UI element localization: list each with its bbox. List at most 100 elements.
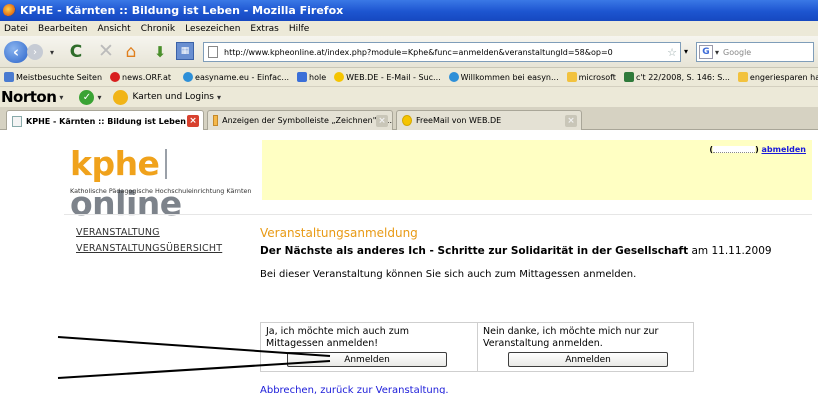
home-icon: ⌂ bbox=[125, 42, 137, 62]
search-box[interactable]: G ▾ Google bbox=[696, 42, 814, 62]
bookmark-item[interactable]: easyname.eu - Einfac... bbox=[179, 72, 293, 82]
option-with-lunch-text: Ja, ich möchte mich auch zum Mittagessen… bbox=[266, 326, 409, 349]
menu-item-bearbeiten[interactable]: Bearbeiten bbox=[34, 24, 93, 34]
norton-menu-chevron-down-icon[interactable]: ▾ bbox=[59, 93, 63, 102]
bookmark-item[interactable]: WEB.DE - E-Mail - Suc... bbox=[330, 72, 445, 82]
window-title: KPHE - Kärnten :: Bildung ist Leben - Mo… bbox=[20, 4, 344, 17]
norton-logo[interactable]: Norton bbox=[0, 88, 57, 106]
navigation-toolbar: ‹ › ▾ C ✕ ⌂ ⬇ ▦ http://www.kpheonline.at… bbox=[0, 36, 818, 68]
ct-icon bbox=[623, 72, 634, 82]
event-heading: Der Nächste als anderes Ich - Schritte z… bbox=[260, 245, 800, 258]
cancel-link[interactable]: Abbrechen, zurück zur Veranstaltung. bbox=[260, 385, 449, 394]
address-url: http://www.kpheonline.at/index.php?modul… bbox=[224, 47, 613, 57]
forward-button[interactable]: › bbox=[27, 44, 43, 60]
stop-button[interactable]: ✕ bbox=[96, 40, 116, 62]
folder-icon bbox=[737, 72, 748, 82]
bookmark-folder[interactable]: engeriesparen hausis... bbox=[734, 72, 818, 82]
norton-status-chevron-down-icon[interactable]: ▾ bbox=[97, 93, 101, 102]
google-icon[interactable]: G bbox=[699, 45, 713, 59]
norton-check-icon[interactable]: ✓ bbox=[79, 89, 95, 105]
download-icon: ⬇ bbox=[153, 43, 167, 61]
search-engine-dropdown-icon[interactable]: ▾ bbox=[715, 48, 719, 57]
site-logo[interactable]: kpheonline Katholische Pädagogische Hoch… bbox=[64, 140, 262, 223]
window-titlebar: KPHE - Kärnten :: Bildung ist Leben - Mo… bbox=[0, 0, 818, 21]
event-date: 11.11.2009 bbox=[711, 245, 772, 257]
close-tab-icon[interactable]: × bbox=[187, 115, 199, 127]
webde-icon bbox=[402, 115, 412, 126]
url-dropdown-icon[interactable]: ▾ bbox=[684, 47, 688, 56]
menu-item-lesezeichen[interactable]: Lesezeichen bbox=[181, 24, 246, 34]
register-with-lunch-button[interactable]: Anmelden bbox=[287, 352, 447, 367]
menu-item-datei[interactable]: Datei bbox=[0, 24, 34, 34]
menu-bar: Datei Bearbeiten Ansicht Chronik Lesezei… bbox=[0, 21, 818, 36]
ie-icon bbox=[183, 72, 194, 82]
back-button[interactable]: ‹ bbox=[4, 41, 28, 63]
ie-icon bbox=[448, 72, 459, 82]
close-tab-icon[interactable]: × bbox=[565, 115, 577, 127]
orf-icon bbox=[110, 72, 121, 82]
event-date-prefix: am bbox=[691, 245, 709, 257]
logo-kphe: kphe bbox=[70, 144, 160, 183]
reload-button[interactable]: C bbox=[66, 42, 86, 62]
back-arrow-icon: ‹ bbox=[12, 43, 20, 61]
logo-wordmark: kpheonline bbox=[70, 144, 262, 224]
close-tab-icon[interactable]: × bbox=[376, 115, 388, 127]
option-without-lunch: Nein danke, ich möchte mich nur zur Vera… bbox=[477, 323, 693, 371]
menu-item-hilfe[interactable]: Hilfe bbox=[285, 24, 315, 34]
header-banner: () abmelden bbox=[262, 140, 812, 200]
office-icon bbox=[213, 115, 219, 126]
page-content: kpheonline Katholische Pädagogische Hoch… bbox=[0, 130, 818, 394]
folder-icon bbox=[566, 72, 577, 82]
user-area: () abmelden bbox=[709, 145, 806, 154]
hole-icon bbox=[297, 72, 308, 82]
firefox-icon bbox=[3, 4, 16, 17]
content-frame: VERANSTALTUNG VERANSTALTUNGSÜBERSICHT Ve… bbox=[64, 214, 812, 394]
sidebar-icon: ▦ bbox=[180, 46, 190, 56]
registration-options: Ja, ich möchte mich auch zum Mittagessen… bbox=[260, 322, 694, 372]
bookmark-item[interactable]: c't 22/2008, S. 146: S... bbox=[620, 72, 734, 82]
bookmark-item[interactable]: news.ORF.at bbox=[106, 72, 175, 82]
logout-link[interactable]: abmelden bbox=[762, 145, 806, 154]
downloads-button[interactable]: ⬇ bbox=[149, 41, 171, 63]
tab-freemail[interactable]: FreeMail von WEB.DE × bbox=[396, 110, 582, 130]
bookmark-folder[interactable]: microsoft bbox=[563, 72, 620, 82]
cards-logins-chevron-down-icon[interactable]: ▾ bbox=[217, 93, 221, 102]
side-navigation: VERANSTALTUNG VERANSTALTUNGSÜBERSICHT bbox=[76, 225, 252, 257]
bookmark-item[interactable]: Willkommen bei easyn... bbox=[445, 72, 563, 82]
sidenav-veranstaltung[interactable]: VERANSTALTUNG bbox=[76, 225, 252, 241]
sidenav-veranstaltungsuebersicht[interactable]: VERANSTALTUNGSÜBERSICHT bbox=[76, 241, 252, 257]
webde-icon bbox=[334, 72, 345, 82]
registration-main: Veranstaltungsanmeldung Der Nächste als … bbox=[260, 225, 800, 394]
logo-subtitle: Katholische Pädagogische Hochschuleinric… bbox=[70, 187, 252, 195]
address-bar[interactable]: http://www.kpheonline.at/index.php?modul… bbox=[203, 42, 681, 62]
chevron-down-icon: ▾ bbox=[49, 47, 54, 57]
page-title: Veranstaltungsanmeldung bbox=[260, 226, 418, 240]
lunch-info: Bei dieser Veranstaltung können Sie sich… bbox=[260, 269, 637, 280]
bookmark-item[interactable]: Meistbesuchte Seiten bbox=[0, 72, 106, 82]
page-icon bbox=[12, 115, 22, 127]
forward-arrow-icon: › bbox=[33, 46, 37, 58]
tab-label: KPHE - Kärnten :: Bildung ist Leben bbox=[26, 116, 186, 126]
tab-label: Anzeigen der Symbolleiste „Zeichnen" - .… bbox=[222, 116, 392, 125]
bookmarks-toolbar: Meistbesuchte Seiten news.ORF.at easynam… bbox=[0, 68, 818, 87]
cards-logins-button[interactable]: Karten und Logins bbox=[132, 92, 214, 102]
page-icon bbox=[4, 72, 14, 82]
bookmark-item[interactable]: hole bbox=[293, 72, 330, 82]
event-title: Der Nächste als anderes Ich - Schritte z… bbox=[260, 245, 689, 257]
menu-item-extras[interactable]: Extras bbox=[246, 24, 284, 34]
bookmark-star-icon[interactable]: ☆ bbox=[667, 46, 677, 59]
page-icon bbox=[208, 46, 218, 58]
tab-symbolleiste[interactable]: Anzeigen der Symbolleiste „Zeichnen" - .… bbox=[207, 110, 393, 130]
option-without-lunch-text: Nein danke, ich möchte mich nur zur Vera… bbox=[483, 326, 659, 349]
user-paren-close: ) bbox=[755, 145, 759, 154]
option-with-lunch: Ja, ich möchte mich auch zum Mittagessen… bbox=[261, 323, 477, 371]
history-dropdown-button[interactable]: ▾ bbox=[47, 46, 57, 58]
sidebar-button[interactable]: ▦ bbox=[176, 42, 194, 60]
search-placeholder: Google bbox=[723, 47, 752, 57]
menu-item-chronik[interactable]: Chronik bbox=[137, 24, 181, 34]
key-icon bbox=[113, 89, 129, 105]
tab-kphe[interactable]: KPHE - Kärnten :: Bildung ist Leben × bbox=[6, 110, 204, 131]
register-without-lunch-button[interactable]: Anmelden bbox=[508, 352, 668, 367]
menu-item-ansicht[interactable]: Ansicht bbox=[93, 24, 136, 34]
home-button[interactable]: ⌂ bbox=[120, 41, 142, 63]
